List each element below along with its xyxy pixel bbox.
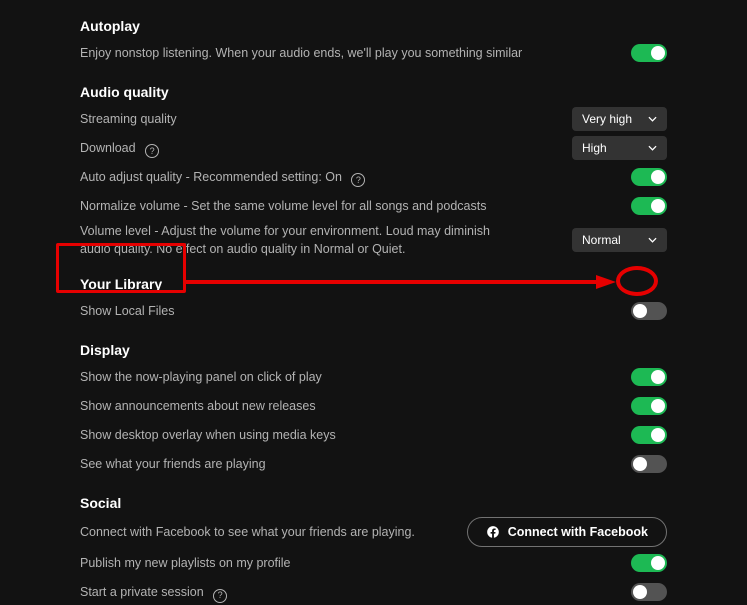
chevron-down-icon — [648, 145, 657, 151]
fb-button-label: Connect with Facebook — [508, 525, 648, 539]
announcements-toggle[interactable] — [631, 397, 667, 415]
row-volume-level: Volume level - Adjust the volume for you… — [80, 222, 667, 258]
auto-adjust-label: Auto adjust quality - Recommended settin… — [80, 168, 631, 186]
row-show-local-files: Show Local Files — [80, 298, 667, 324]
section-title-social: Social — [80, 495, 667, 511]
row-normalize-volume: Normalize volume - Set the same volume l… — [80, 193, 667, 219]
fb-desc: Connect with Facebook to see what your f… — [80, 523, 467, 541]
auto-adjust-toggle[interactable] — [631, 168, 667, 186]
download-quality-value: High — [582, 141, 607, 155]
row-download-quality: Download High — [80, 135, 667, 161]
row-publish-playlists: Publish my new playlists on my profile — [80, 550, 667, 576]
autoplay-toggle[interactable] — [631, 44, 667, 62]
friends-toggle[interactable] — [631, 455, 667, 473]
friends-label: See what your friends are playing — [80, 455, 631, 473]
volume-level-select[interactable]: Normal — [572, 228, 667, 252]
volume-level-label: Volume level - Adjust the volume for you… — [80, 222, 510, 258]
row-streaming-quality: Streaming quality Very high — [80, 106, 667, 132]
section-title-autoplay: Autoplay — [80, 18, 667, 34]
streaming-quality-value: Very high — [582, 112, 632, 126]
autoplay-desc: Enjoy nonstop listening. When your audio… — [80, 44, 631, 62]
section-title-library: Your Library — [80, 276, 667, 292]
download-label: Download — [80, 139, 572, 157]
publish-toggle[interactable] — [631, 554, 667, 572]
download-quality-select[interactable]: High — [572, 136, 667, 160]
now-playing-toggle[interactable] — [631, 368, 667, 386]
row-auto-adjust: Auto adjust quality - Recommended settin… — [80, 164, 667, 190]
section-title-audio-quality: Audio quality — [80, 84, 667, 100]
row-desktop-overlay: Show desktop overlay when using media ke… — [80, 422, 667, 448]
row-private-session: Start a private session — [80, 579, 667, 605]
chevron-down-icon — [648, 116, 657, 122]
section-title-display: Display — [80, 342, 667, 358]
row-connect-facebook: Connect with Facebook to see what your f… — [80, 517, 667, 547]
row-autoplay: Enjoy nonstop listening. When your audio… — [80, 40, 667, 66]
streaming-quality-label: Streaming quality — [80, 110, 572, 128]
private-label: Start a private session — [80, 583, 631, 601]
private-session-toggle[interactable] — [631, 583, 667, 601]
normalize-label: Normalize volume - Set the same volume l… — [80, 197, 631, 215]
overlay-label: Show desktop overlay when using media ke… — [80, 426, 631, 444]
normalize-toggle[interactable] — [631, 197, 667, 215]
info-icon[interactable] — [213, 589, 227, 603]
streaming-quality-select[interactable]: Very high — [572, 107, 667, 131]
row-announcements: Show announcements about new releases — [80, 393, 667, 419]
connect-facebook-button[interactable]: Connect with Facebook — [467, 517, 667, 547]
facebook-icon — [486, 525, 500, 539]
show-local-files-label: Show Local Files — [80, 302, 631, 320]
info-icon[interactable] — [351, 173, 365, 187]
chevron-down-icon — [648, 237, 657, 243]
volume-level-value: Normal — [582, 233, 621, 247]
announcements-label: Show announcements about new releases — [80, 397, 631, 415]
info-icon[interactable] — [145, 144, 159, 158]
publish-label: Publish my new playlists on my profile — [80, 554, 631, 572]
show-local-files-toggle[interactable] — [631, 302, 667, 320]
settings-panel: Autoplay Enjoy nonstop listening. When y… — [0, 18, 747, 605]
overlay-toggle[interactable] — [631, 426, 667, 444]
row-now-playing: Show the now-playing panel on click of p… — [80, 364, 667, 390]
row-friends-playing: See what your friends are playing — [80, 451, 667, 477]
now-playing-label: Show the now-playing panel on click of p… — [80, 368, 631, 386]
